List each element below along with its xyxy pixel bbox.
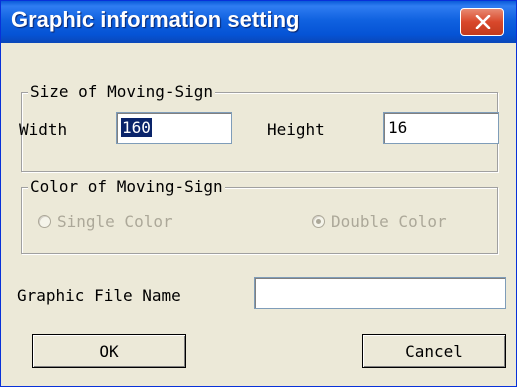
cancel-button[interactable]: Cancel	[362, 334, 506, 368]
title-bar[interactable]: Graphic information setting	[1, 1, 516, 43]
file-name-input[interactable]	[254, 277, 506, 309]
close-button[interactable]	[460, 8, 504, 36]
color-group-legend: Color of Moving-Sign	[28, 177, 225, 197]
height-value: 16	[388, 118, 408, 137]
double-color-radio[interactable]: Double Color	[312, 212, 447, 231]
window-title: Graphic information setting	[11, 7, 300, 32]
radio-unchecked-icon	[38, 215, 51, 228]
single-color-radio[interactable]: Single Color	[38, 212, 173, 231]
radio-checked-icon	[312, 215, 325, 228]
size-group: Size of Moving-Sign Width 160 Height 16	[19, 82, 499, 172]
single-color-label: Single Color	[57, 212, 173, 231]
color-group: Color of Moving-Sign Single Color Double…	[21, 177, 498, 254]
height-input[interactable]: 16	[383, 112, 499, 144]
close-x-icon	[475, 15, 491, 29]
height-label: Height	[267, 120, 325, 139]
cancel-button-label: Cancel	[405, 341, 463, 361]
dialog-window: Graphic information setting Size of Movi…	[0, 0, 517, 387]
width-input[interactable]: 160	[116, 112, 232, 144]
size-group-legend: Size of Moving-Sign	[28, 82, 216, 102]
ok-button-label: OK	[99, 341, 119, 361]
double-color-label: Double Color	[331, 212, 447, 231]
width-value: 160	[121, 118, 152, 137]
file-name-label: Graphic File Name	[17, 286, 181, 305]
ok-button[interactable]: OK	[32, 334, 186, 368]
width-label: Width	[19, 120, 68, 139]
dialog-body: Size of Moving-Sign Width 160 Height 16 …	[1, 43, 516, 386]
